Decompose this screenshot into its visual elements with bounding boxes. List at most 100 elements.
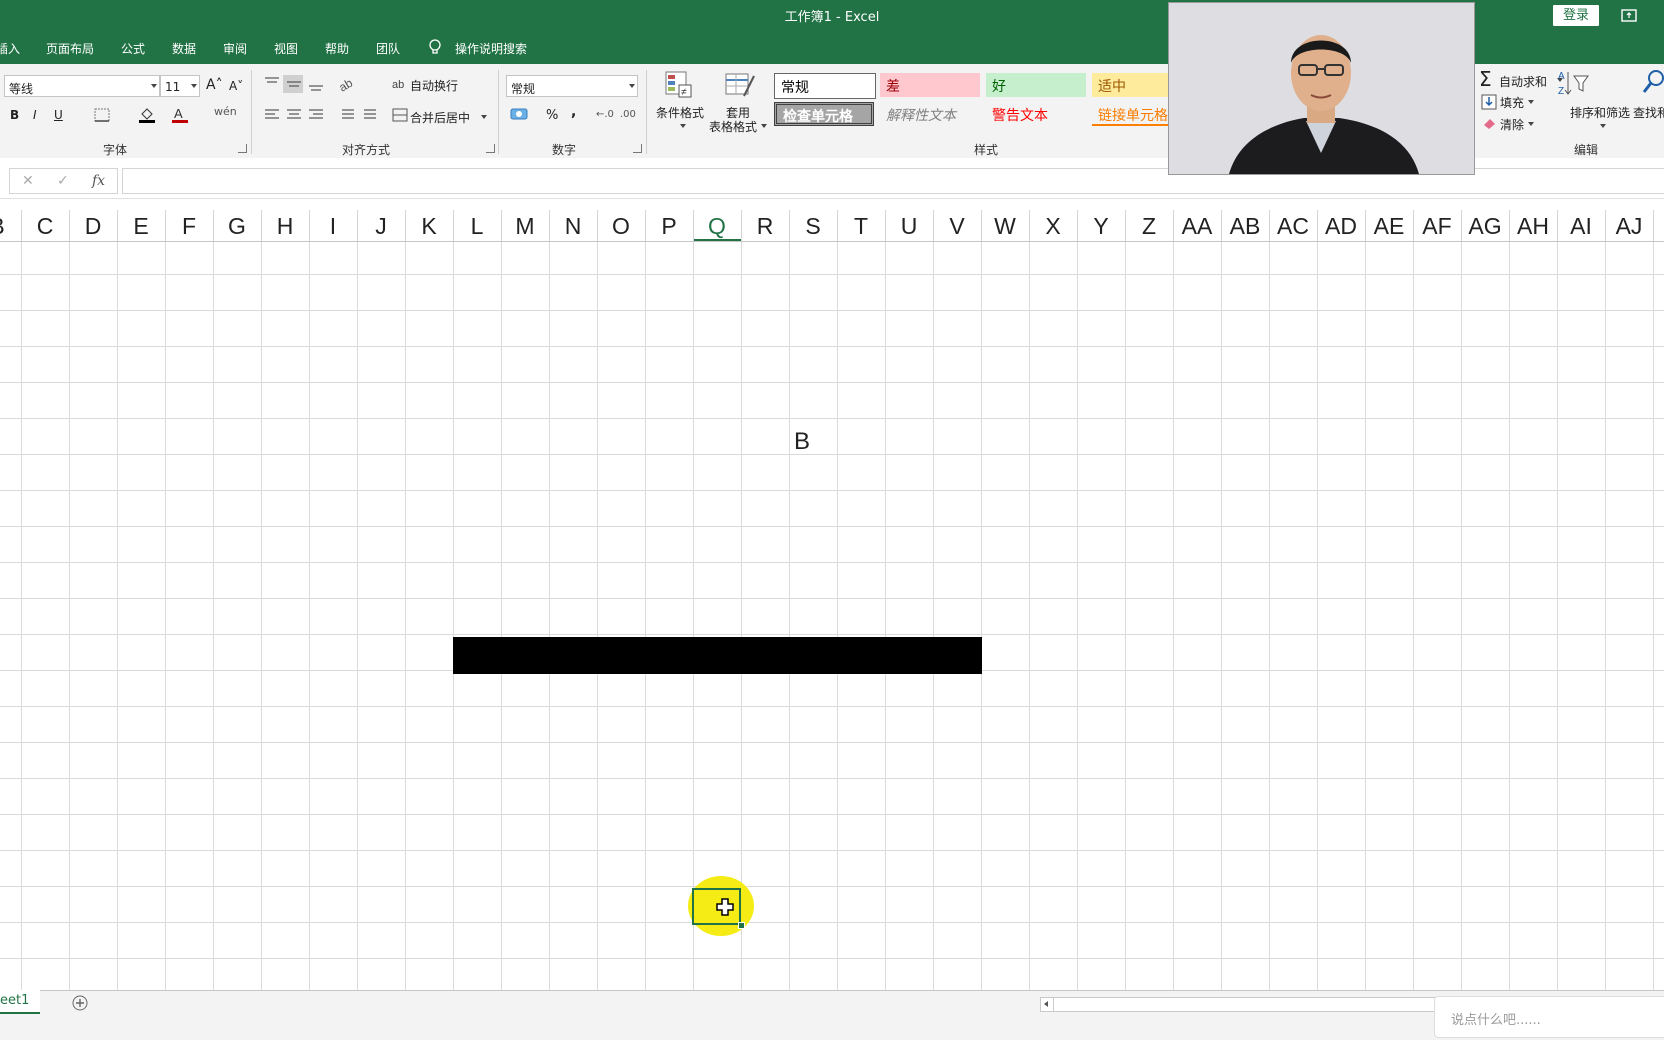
tell-me-search[interactable]: 操作说明搜索	[455, 40, 527, 57]
add-sheet-icon[interactable]	[72, 995, 88, 1011]
clear-button[interactable]: 清除	[1500, 116, 1524, 133]
style-bad[interactable]: 差	[880, 73, 980, 97]
login-button[interactable]: 登录	[1553, 5, 1599, 26]
column-header-w[interactable]: W	[981, 213, 1029, 240]
column-divider[interactable]	[1269, 210, 1270, 241]
column-header-a[interactable]: A	[1653, 213, 1664, 240]
column-divider[interactable]	[1509, 210, 1510, 241]
bold-button[interactable]: B	[10, 108, 19, 122]
column-header-aa[interactable]: AA	[1173, 213, 1221, 240]
increase-decimal-icon[interactable]: ←.0	[596, 109, 614, 120]
font-dialog-launcher-icon[interactable]	[238, 144, 247, 153]
column-header-f[interactable]: F	[165, 213, 213, 240]
cancel-icon[interactable]: ✕	[22, 173, 34, 189]
column-header-g[interactable]: G	[213, 213, 261, 240]
sort-filter-button[interactable]: 排序和筛选	[1570, 104, 1630, 121]
column-divider[interactable]	[261, 210, 262, 241]
increase-font-icon[interactable]: A˄	[206, 77, 223, 93]
table-format-label-2[interactable]: 表格格式	[709, 118, 757, 135]
column-divider[interactable]	[885, 210, 886, 241]
column-header-k[interactable]: K	[405, 213, 453, 240]
column-header-x[interactable]: X	[1029, 213, 1077, 240]
column-header-o[interactable]: O	[597, 213, 645, 240]
style-good[interactable]: 好	[986, 73, 1086, 97]
tab-formulas[interactable]: 公式	[121, 40, 145, 57]
column-header-ai[interactable]: AI	[1557, 213, 1605, 240]
column-divider[interactable]	[1221, 210, 1222, 241]
column-divider[interactable]	[549, 210, 550, 241]
column-divider[interactable]	[597, 210, 598, 241]
tab-view[interactable]: 视图	[274, 40, 298, 57]
column-header-v[interactable]: V	[933, 213, 981, 240]
vertical-align-icons[interactable]	[263, 75, 333, 93]
column-divider[interactable]	[1413, 210, 1414, 241]
column-divider[interactable]	[117, 210, 118, 241]
comma-button[interactable]: ,	[571, 104, 576, 120]
column-divider[interactable]	[1605, 210, 1606, 241]
column-header-ab[interactable]: AB	[1221, 213, 1269, 240]
sum-icon[interactable]: Σ	[1479, 67, 1492, 91]
column-divider[interactable]	[501, 210, 502, 241]
column-divider[interactable]	[1077, 210, 1078, 241]
conditional-format-button[interactable]: 条件格式	[656, 104, 704, 121]
conditional-format-icon[interactable]: ≠	[664, 70, 694, 100]
column-header-n[interactable]: N	[549, 213, 597, 240]
decrease-font-icon[interactable]: A˅	[229, 79, 243, 93]
column-divider[interactable]	[1029, 210, 1030, 241]
column-header-ae[interactable]: AE	[1365, 213, 1413, 240]
number-dialog-launcher-icon[interactable]	[633, 144, 642, 153]
column-divider[interactable]	[837, 210, 838, 241]
column-divider[interactable]	[693, 210, 694, 241]
italic-button[interactable]: I	[33, 108, 37, 122]
table-format-icon[interactable]	[724, 70, 756, 100]
style-normal[interactable]: 常规	[774, 73, 876, 99]
merge-center-button[interactable]: 合并后居中	[410, 109, 470, 126]
column-header-ad[interactable]: AD	[1317, 213, 1365, 240]
column-header-e[interactable]: E	[117, 213, 165, 240]
alignment-dialog-launcher-icon[interactable]	[486, 144, 495, 153]
column-divider[interactable]	[933, 210, 934, 241]
fill-handle[interactable]	[738, 922, 745, 929]
black-rectangle-shape[interactable]	[453, 637, 982, 674]
column-divider[interactable]	[1365, 210, 1366, 241]
column-divider[interactable]	[1557, 210, 1558, 241]
currency-icon[interactable]	[510, 106, 530, 122]
phonetic-icon[interactable]: wén	[214, 105, 237, 118]
tab-team[interactable]: 团队	[376, 40, 400, 57]
column-divider[interactable]	[1125, 210, 1126, 241]
font-color-icon[interactable]: A	[171, 106, 189, 124]
column-divider[interactable]	[69, 210, 70, 241]
column-header-t[interactable]: T	[837, 213, 885, 240]
column-header-aj[interactable]: AJ	[1605, 213, 1653, 240]
decrease-decimal-icon[interactable]: .00	[620, 109, 636, 120]
font-name-select[interactable]: 等线	[4, 75, 160, 97]
column-divider[interactable]	[309, 210, 310, 241]
column-divider[interactable]	[165, 210, 166, 241]
tab-insert[interactable]: 插入	[0, 40, 20, 57]
column-header-r[interactable]: R	[741, 213, 789, 240]
column-divider[interactable]	[789, 210, 790, 241]
column-divider[interactable]	[453, 210, 454, 241]
percent-button[interactable]: %	[546, 108, 558, 123]
column-header-b[interactable]: B	[0, 213, 21, 240]
column-header-af[interactable]: AF	[1413, 213, 1461, 240]
style-warning-text[interactable]: 警告文本	[986, 102, 1086, 126]
find-select-button[interactable]: 查找和	[1633, 104, 1664, 121]
column-divider[interactable]	[1653, 210, 1654, 241]
column-header-d[interactable]: D	[69, 213, 117, 240]
column-header-u[interactable]: U	[885, 213, 933, 240]
tab-review[interactable]: 审阅	[223, 40, 247, 57]
enter-icon[interactable]: ✓	[57, 173, 69, 189]
column-divider[interactable]	[357, 210, 358, 241]
ribbon-display-icon[interactable]	[1620, 7, 1638, 23]
wrap-text-icon[interactable]: ab	[392, 76, 408, 92]
autosum-button[interactable]: 自动求和	[1499, 73, 1547, 90]
column-header-ac[interactable]: AC	[1269, 213, 1317, 240]
fill-down-icon[interactable]	[1481, 94, 1497, 110]
column-header-l[interactable]: L	[453, 213, 501, 240]
indent-icons[interactable]	[336, 108, 380, 122]
sheet-tab[interactable]: eet1	[0, 990, 40, 1014]
column-divider[interactable]	[213, 210, 214, 241]
column-header-c[interactable]: C	[21, 213, 69, 240]
column-divider[interactable]	[645, 210, 646, 241]
